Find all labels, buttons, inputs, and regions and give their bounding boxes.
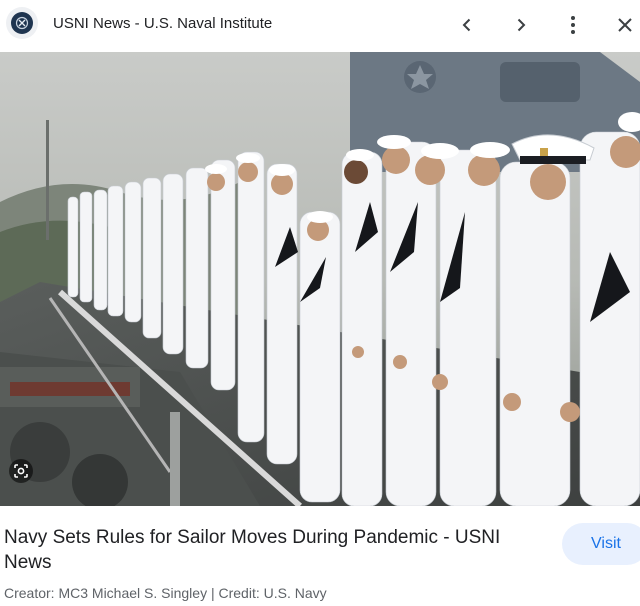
chevron-left-icon[interactable] xyxy=(452,10,482,40)
close-icon[interactable] xyxy=(610,10,640,40)
site-logo-icon[interactable] xyxy=(6,7,38,39)
image-credit: Creator: MC3 Michael S. Singley | Credit… xyxy=(4,585,327,601)
result-headline[interactable]: Navy Sets Rules for Sailor Moves During … xyxy=(4,525,544,575)
more-vert-icon[interactable] xyxy=(558,10,588,40)
lens-icon[interactable] xyxy=(9,459,33,483)
chevron-right-icon[interactable] xyxy=(506,10,536,40)
result-image[interactable] xyxy=(0,52,640,506)
site-title[interactable]: USNI News - U.S. Naval Institute xyxy=(53,15,272,32)
header-bar: USNI News - U.S. Naval Institute xyxy=(0,0,640,52)
visit-button[interactable]: Visit xyxy=(562,523,640,565)
